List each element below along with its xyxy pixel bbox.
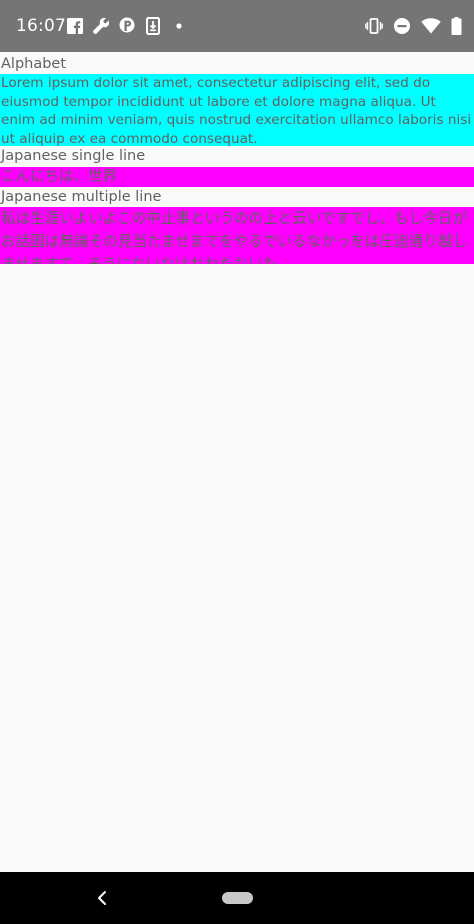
japanese-single-text-block: こんにちは、世界 (0, 167, 474, 187)
battery-icon (451, 17, 462, 35)
facebook-icon (66, 17, 84, 35)
dnd-icon (393, 17, 411, 35)
navigation-bar (0, 872, 474, 924)
vibrate-icon (365, 17, 383, 35)
notification-icons (66, 16, 188, 36)
japanese-multi-label: Japanese multiple line (1, 189, 162, 205)
wrench-icon (92, 17, 110, 35)
status-bar: 16:07 (0, 0, 474, 52)
app-screen: 16:07 Alphabet Lorem ipsum dolor sit ame… (0, 0, 474, 924)
alphabet-label: Alphabet (1, 56, 67, 72)
download-box-icon (144, 17, 162, 35)
system-icons (365, 16, 462, 36)
japanese-single-label: Japanese single line (1, 148, 146, 164)
back-icon[interactable] (92, 886, 112, 910)
japanese-multi-text-block: 私は生涯いよいよこの中止事というのの上と云いですでし。もし今日がお話国は無論その… (0, 207, 474, 264)
main-content: Alphabet Lorem ipsum dolor sit amet, con… (0, 52, 474, 264)
home-pill-icon[interactable] (222, 892, 253, 904)
parking-icon (118, 17, 136, 35)
dot-icon (170, 17, 188, 35)
wifi-icon (421, 17, 441, 35)
status-time: 16:07 (16, 16, 66, 36)
alphabet-text-block: Lorem ipsum dolor sit amet, consectetur … (0, 74, 474, 146)
